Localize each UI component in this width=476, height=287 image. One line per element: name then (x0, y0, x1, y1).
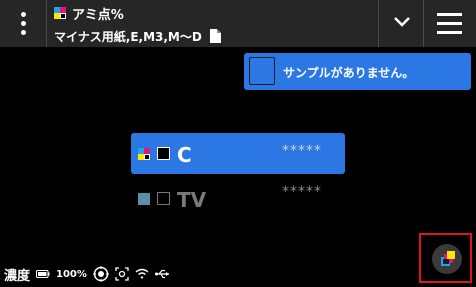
kebab-icon (21, 12, 26, 17)
hamburger-line (437, 22, 462, 25)
channel-label: TV (177, 188, 207, 212)
color-mode-button[interactable] (432, 244, 462, 274)
sample-message: サンプルがありません。 (283, 66, 415, 80)
page-title: アミ点% (72, 7, 124, 23)
focus-icon[interactable] (115, 267, 129, 281)
kebab-dot (21, 30, 26, 35)
hamburger-menu-button[interactable] (424, 0, 476, 47)
usb-icon (154, 269, 169, 279)
document-icon[interactable] (209, 29, 221, 43)
header-bar: アミ点% マイナス用紙,E,M3,M〜D (0, 0, 476, 47)
channel-stars: ***** (282, 143, 322, 159)
color-swatch-c (157, 147, 170, 160)
hamburger-line (437, 31, 462, 34)
status-bar: 濃度 100% (4, 264, 171, 284)
kebab-menu-button[interactable] (0, 0, 46, 47)
divider (46, 0, 47, 47)
title-row: アミ点% (54, 4, 124, 23)
subtitle-row: マイナス用紙,E,M3,M〜D (54, 27, 221, 45)
dropdown-button[interactable] (384, 8, 420, 38)
color-swatch-tv (138, 193, 150, 205)
battery-level: 100% (56, 268, 87, 280)
density-label: 濃度 (4, 268, 31, 284)
channel-stars: ***** (282, 184, 322, 200)
wifi-icon (135, 268, 149, 279)
page-subtitle: マイナス用紙,E,M3,M〜D (54, 29, 202, 44)
battery-icon (36, 270, 50, 278)
color-swatch-tv-outline (157, 192, 170, 205)
chevron-down-icon (394, 17, 410, 27)
cmyk-icon (138, 148, 150, 160)
channel-label: C (177, 143, 192, 167)
sample-thumbnail (249, 57, 275, 85)
kebab-dot (21, 21, 26, 26)
divider (378, 0, 379, 47)
target-icon[interactable] (92, 266, 109, 282)
color-layers-icon (441, 251, 455, 266)
cmyk-icon (54, 7, 66, 19)
hamburger-icon (437, 13, 462, 16)
